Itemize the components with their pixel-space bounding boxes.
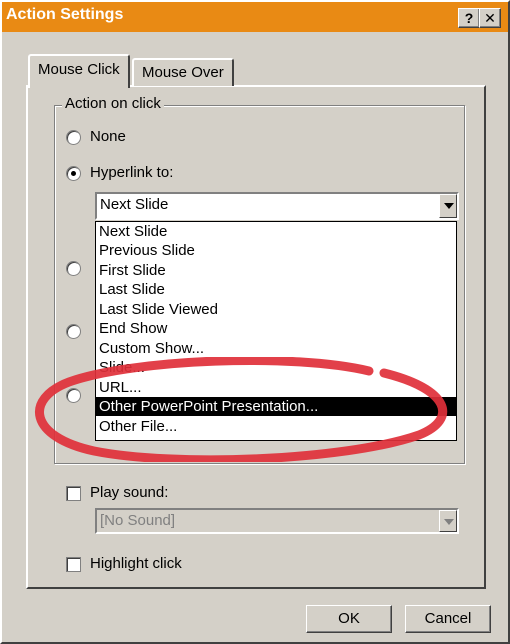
- dropdown-item-selected[interactable]: Other PowerPoint Presentation...: [96, 397, 456, 416]
- group-label: Action on click: [62, 95, 164, 112]
- play-sound-checkbox[interactable]: [66, 486, 81, 501]
- window-title: Action Settings: [6, 6, 124, 23]
- dropdown-item[interactable]: Slide...: [96, 358, 456, 377]
- action-settings-dialog: Action Settings ? ✕ Mouse Click Mouse Ov…: [0, 0, 510, 644]
- play-sound-label[interactable]: Play sound:: [90, 484, 168, 501]
- dropdown-item[interactable]: Next Slide: [96, 222, 456, 241]
- close-button[interactable]: ✕: [479, 8, 501, 28]
- dropdown-item[interactable]: First Slide: [96, 261, 456, 280]
- radio-run-program[interactable]: [66, 261, 81, 276]
- radio-none[interactable]: [66, 130, 81, 145]
- dropdown-item[interactable]: URL...: [96, 378, 456, 397]
- hyperlink-combo-value: Next Slide: [100, 196, 169, 213]
- chevron-down-icon[interactable]: [439, 194, 457, 218]
- hyperlink-dropdown-list: Next Slide Previous Slide First Slide La…: [95, 221, 457, 441]
- dropdown-item[interactable]: Custom Show...: [96, 339, 456, 358]
- highlight-click-label[interactable]: Highlight click: [90, 555, 182, 572]
- highlight-click-checkbox[interactable]: [66, 557, 81, 572]
- ok-button[interactable]: OK: [306, 605, 392, 633]
- sound-combo: [No Sound]: [95, 508, 459, 534]
- dropdown-item[interactable]: Other File...: [96, 417, 456, 436]
- cancel-button[interactable]: Cancel: [405, 605, 491, 633]
- hyperlink-combo[interactable]: Next Slide: [95, 192, 459, 220]
- dropdown-item[interactable]: Last Slide Viewed: [96, 300, 456, 319]
- radio-run-macro[interactable]: [66, 324, 81, 339]
- help-button[interactable]: ?: [458, 8, 480, 28]
- tab-mouse-over[interactable]: Mouse Over: [132, 58, 234, 86]
- chevron-down-icon: [439, 510, 457, 532]
- radio-none-label[interactable]: None: [90, 128, 126, 145]
- tab-mouse-click[interactable]: Mouse Click: [28, 54, 130, 88]
- sound-combo-value: [No Sound]: [100, 512, 176, 529]
- title-bar[interactable]: Action Settings ? ✕: [2, 2, 508, 32]
- radio-object-action[interactable]: [66, 388, 81, 403]
- dropdown-item[interactable]: Last Slide: [96, 280, 456, 299]
- radio-hyperlink-label[interactable]: Hyperlink to:: [90, 164, 173, 181]
- radio-hyperlink[interactable]: [66, 166, 81, 181]
- close-icon: ✕: [484, 10, 496, 26]
- dropdown-item[interactable]: End Show: [96, 319, 456, 338]
- dropdown-item[interactable]: Previous Slide: [96, 241, 456, 260]
